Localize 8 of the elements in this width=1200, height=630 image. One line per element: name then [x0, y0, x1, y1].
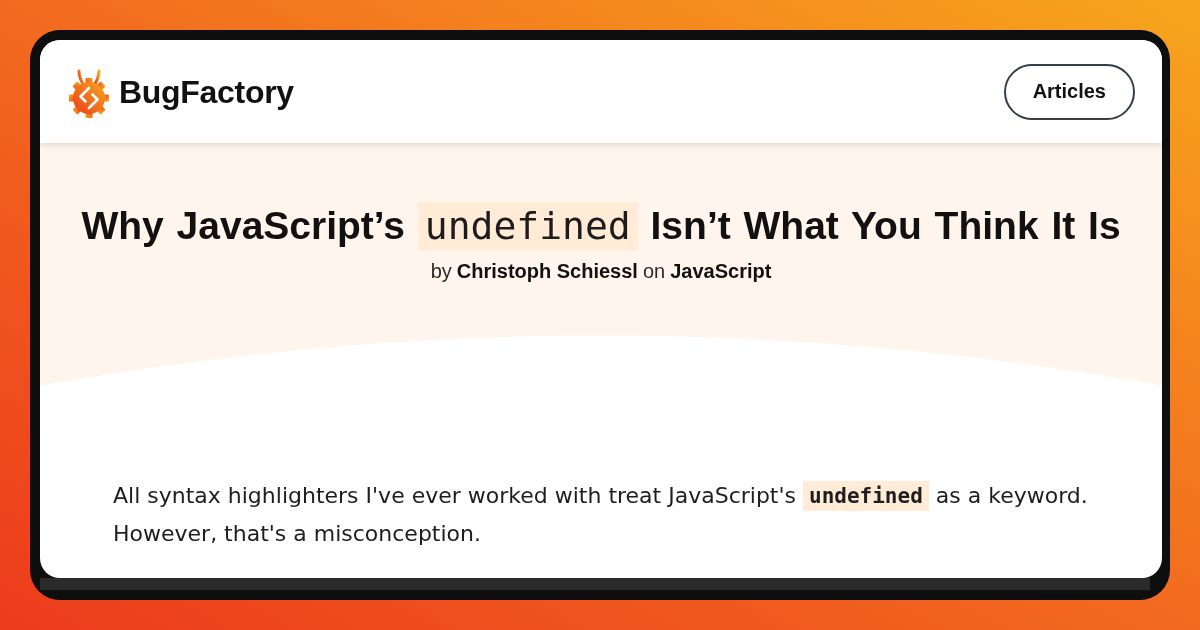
brand-logo-link[interactable]: BugFactory [66, 64, 294, 119]
article-title: Why JavaScript’s undefined Isn’t What You Think It Is [81, 203, 1121, 249]
author-link[interactable]: Christoph Schiessl [456, 260, 638, 283]
byline-text: on [642, 260, 666, 283]
articles-nav-button[interactable]: Articles [1003, 63, 1135, 120]
byline-text: by [430, 260, 452, 283]
category-link[interactable]: JavaScript [670, 260, 772, 283]
intro-paragraph: All syntax highlighters I've ever worked with treat JavaScript's undefined as a keyword. However, that's a misconception. [113, 480, 1089, 548]
